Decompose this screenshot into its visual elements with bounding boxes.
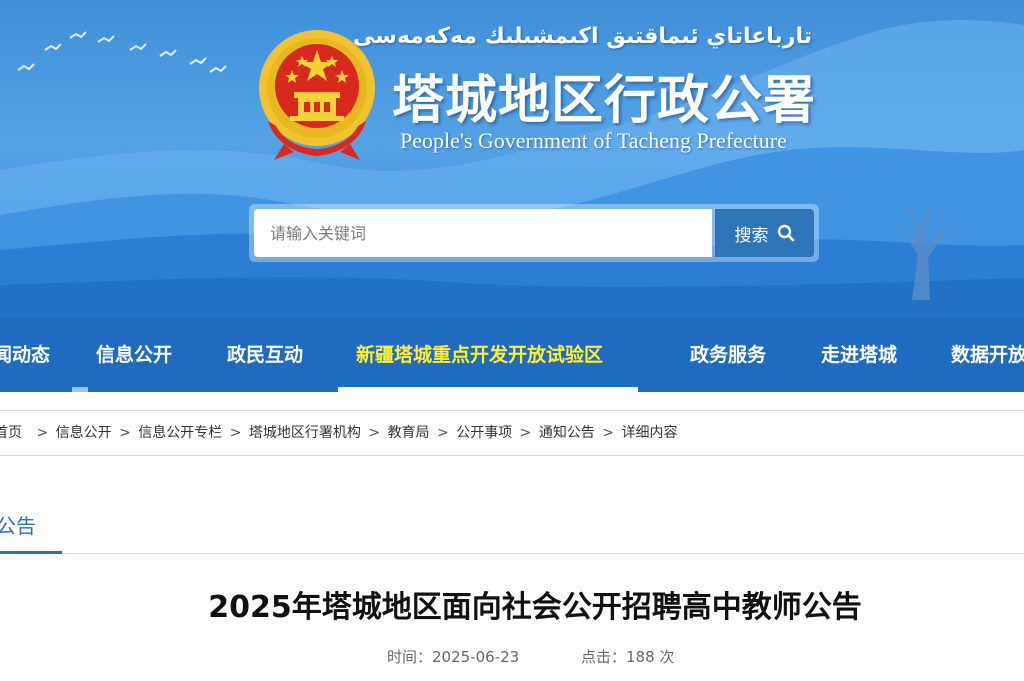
views-label: 点击： — [581, 648, 627, 666]
breadcrumb-home[interactable]: 首页 — [0, 425, 22, 441]
nav-item-pilot-zone[interactable]: 新疆塔城重点开发开放试验区 — [356, 318, 603, 392]
breadcrumb-separator: > — [119, 425, 131, 441]
main-nav: 新闻动态 信息公开 政民互动 新疆塔城重点开发开放试验区 政务服务 走进塔城 数… — [0, 318, 1024, 392]
breadcrumb-current: 详细内容 — [621, 425, 678, 441]
nav-active-indicator — [338, 387, 638, 392]
breadcrumb-education-bureau[interactable]: 教育局 — [388, 425, 430, 441]
nav-indicator-left — [72, 387, 88, 392]
page: تارباعاتاي ئىماقتىق اكىمشىلىك مەكەمەسى 塔… — [0, 0, 1024, 681]
time-value: 2025-06-23 — [432, 648, 520, 666]
nav-item-open-data[interactable]: 数据开放 — [951, 318, 1024, 392]
nav-item-info-disclosure[interactable]: 信息公开 — [96, 318, 172, 392]
breadcrumb-separator: > — [602, 425, 615, 441]
breadcrumb-separator: > — [229, 425, 242, 441]
article-publish-time: 时间：2025-06-23 — [387, 646, 519, 667]
search-button[interactable]: 搜索 — [715, 209, 814, 257]
nav-item-gov-services[interactable]: 政务服务 — [690, 318, 766, 392]
breadcrumb-info-column[interactable]: 信息公开专栏 — [138, 425, 222, 441]
nav-item-news[interactable]: 新闻动态 — [0, 318, 50, 392]
breadcrumb-separator: > — [36, 425, 49, 441]
time-label: 时间： — [387, 648, 433, 666]
breadcrumb-separator: > — [368, 425, 381, 441]
nav-item-about-tacheng[interactable]: 走进塔城 — [821, 318, 897, 392]
section-divider — [0, 553, 1024, 554]
breadcrumb-notices[interactable]: 通知公告 — [539, 425, 595, 441]
breadcrumb-separator: > — [519, 425, 532, 441]
article-title: 2025年塔城地区面向社会公开招聘高中教师公告 — [208, 590, 862, 625]
uyghur-site-title: تارباعاتاي ئىماقتىق اكىمشىلىك مەكەمەسى — [353, 24, 812, 49]
section-tab-indicator — [0, 551, 62, 554]
breadcrumb-agencies[interactable]: 塔城地区行署机构 — [249, 425, 361, 441]
breadcrumb-public-matters[interactable]: 公开事项 — [456, 425, 512, 441]
breadcrumb: 首页 > 信息公开 > 信息公开专栏 > 塔城地区行署机构 > 教育局 > 公开… — [0, 411, 677, 455]
article-view-count: 点击：188 次 — [581, 646, 674, 667]
search-input[interactable] — [254, 209, 712, 257]
breadcrumb-info-disclosure[interactable]: 信息公开 — [56, 425, 112, 441]
search-button-label: 搜索 — [734, 225, 769, 246]
section-tab[interactable]: 公告 — [0, 510, 36, 554]
views-unit: 次 — [659, 648, 675, 666]
breadcrumb-separator: > — [437, 425, 449, 441]
nav-item-interaction[interactable]: 政民互动 — [227, 318, 303, 392]
views-value: 188 — [626, 648, 655, 666]
breadcrumb-bar: 首页 > 信息公开 > 信息公开专栏 > 塔城地区行署机构 > 教育局 > 公开… — [0, 410, 1024, 456]
site-title: 塔城地区行政公署 — [392, 71, 817, 131]
birds-decoration — [17, 31, 227, 73]
english-site-title: People's Government of Tacheng Prefectur… — [400, 128, 787, 153]
header-banner: تارباعاتاي ئىماقتىق اكىمشىلىك مەكەمەسى 塔… — [0, 0, 1024, 318]
search-icon — [777, 224, 794, 242]
search-bar: 搜索 — [249, 204, 819, 262]
